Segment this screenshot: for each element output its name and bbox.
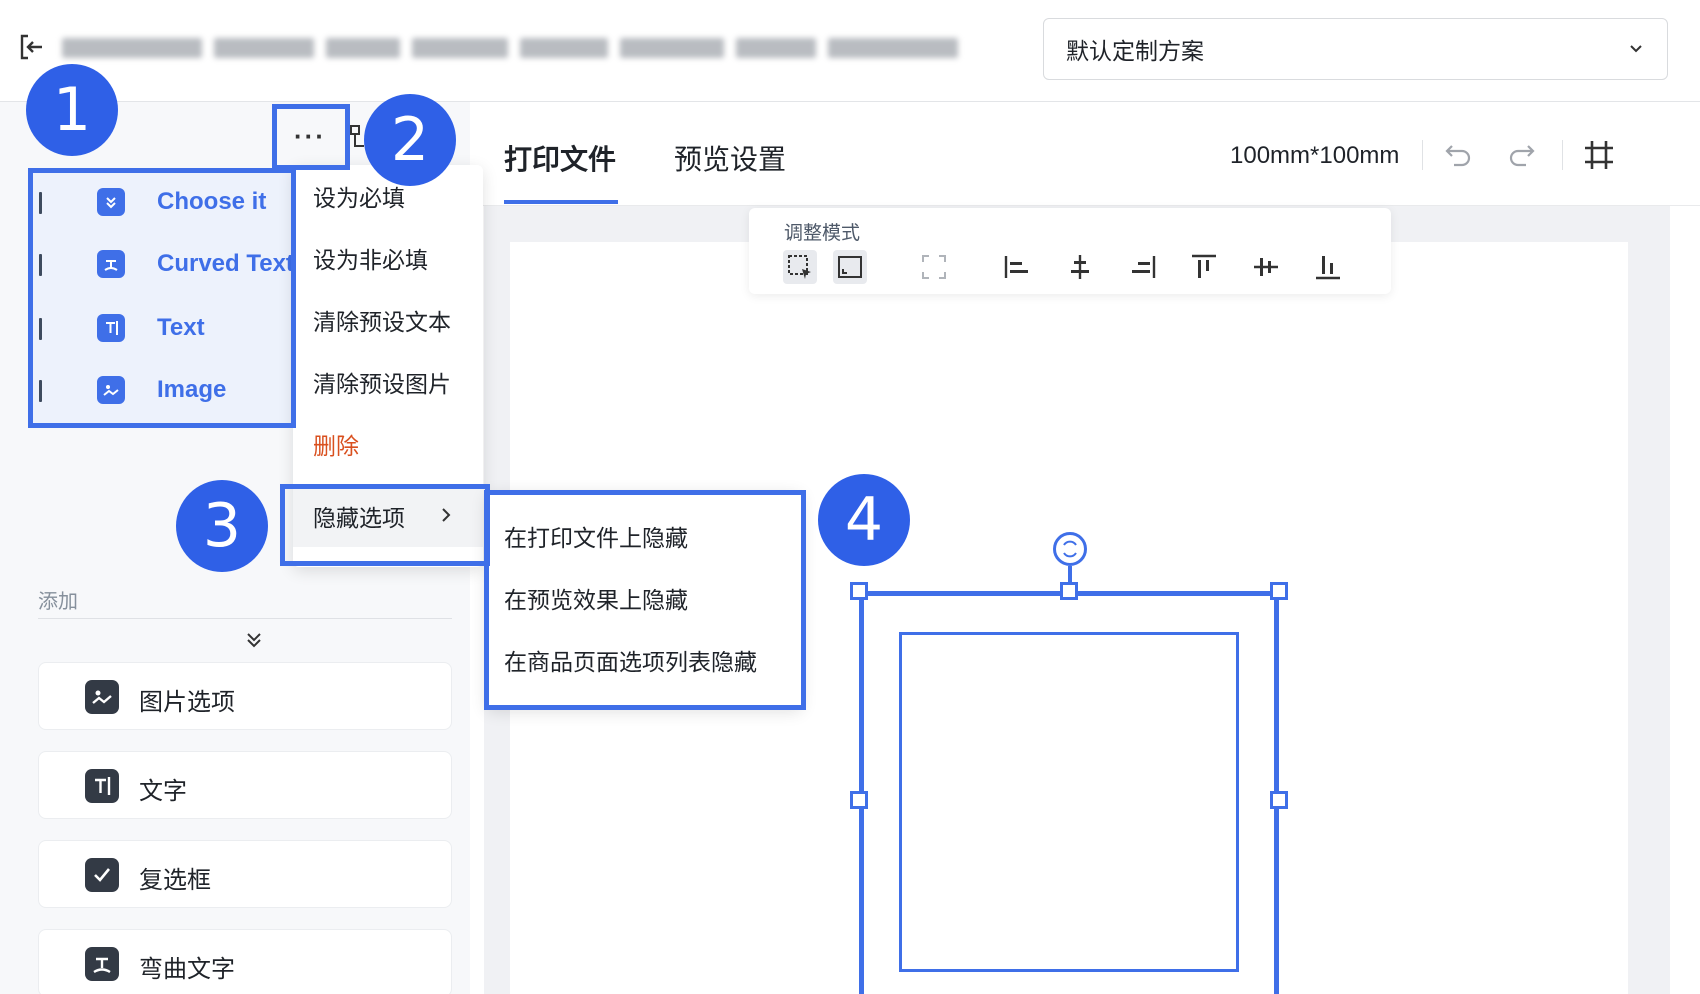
tab-preview-settings[interactable]: 预览设置 <box>674 138 786 178</box>
layer-label: Text <box>157 314 205 341</box>
align-center-horizontal-icon[interactable] <box>1063 250 1097 284</box>
drag-handle[interactable] <box>39 192 42 214</box>
menu-item-hide-on-preview[interactable]: 在预览效果上隐藏 <box>486 568 802 628</box>
align-left-icon[interactable] <box>1001 250 1035 284</box>
expand-icon[interactable] <box>917 250 951 284</box>
text-icon <box>85 769 119 803</box>
divider <box>1422 140 1423 170</box>
more-options-button[interactable]: ··· <box>272 104 348 168</box>
blurred-product-title <box>62 38 958 60</box>
layer-item-text[interactable]: Text <box>33 298 291 358</box>
layer-label: Choose it <box>157 188 267 215</box>
menu-item-clear-preset-text[interactable]: 清除预设文本 <box>293 289 483 351</box>
exit-icon[interactable] <box>16 32 46 62</box>
annotation-badge-2: 2 <box>364 94 456 186</box>
drag-handle[interactable] <box>39 318 42 340</box>
scheme-select-value: 默认定制方案 <box>1066 39 1204 65</box>
image-placeholder[interactable] <box>899 632 1239 972</box>
image-icon <box>97 376 125 404</box>
layer-list: Choose it Curved Text Text Image <box>33 172 291 424</box>
curved-text-icon <box>97 250 125 278</box>
add-text-button[interactable]: 文字 <box>38 751 452 819</box>
context-menu: 设为必填 设为非必填 清除预设文本 清除预设图片 删除 隐藏选项 <box>293 165 483 567</box>
menu-item-hide-on-product-options[interactable]: 在商品页面选项列表隐藏 <box>486 630 802 690</box>
scheme-select[interactable]: 默认定制方案 <box>1043 18 1668 80</box>
align-middle-vertical-icon[interactable] <box>1249 250 1283 284</box>
text-icon <box>97 314 125 342</box>
undo-icon[interactable] <box>1442 138 1476 172</box>
menu-item-clear-preset-image[interactable]: 清除预设图片 <box>293 351 483 413</box>
resize-handle-top-right[interactable] <box>1270 582 1288 600</box>
resize-handle-right[interactable] <box>1270 791 1288 809</box>
layer-label: Curved Text <box>157 250 291 277</box>
add-image-option-button[interactable]: 图片选项 <box>38 662 452 730</box>
menu-item-hide-on-print-file[interactable]: 在打印文件上隐藏 <box>486 506 802 566</box>
checkbox-icon <box>85 858 119 892</box>
add-button-label: 文字 <box>139 777 187 805</box>
align-right-icon[interactable] <box>1125 250 1159 284</box>
menu-item-delete[interactable]: 删除 <box>293 413 483 475</box>
drag-handle[interactable] <box>39 380 42 402</box>
divider <box>1562 140 1563 170</box>
layer-item-image[interactable]: Image <box>33 360 291 420</box>
adjust-mode-title: 调整模式 <box>784 222 861 244</box>
rotate-icon[interactable] <box>1053 532 1087 566</box>
tab-bar: 打印文件 预览设置 100mm*100mm <box>470 102 1700 206</box>
annotation-badge-4: 4 <box>818 474 910 566</box>
chevron-down-icon <box>1630 45 1642 53</box>
layer-label: Image <box>157 376 227 403</box>
crop-icon[interactable] <box>1582 138 1616 172</box>
drag-handle[interactable] <box>39 254 42 276</box>
curved-text-icon <box>85 947 119 981</box>
add-button-label: 弯曲文字 <box>139 955 235 983</box>
top-bar: 默认定制方案 <box>0 0 1700 102</box>
menu-item-hide-options[interactable]: 隐藏选项 <box>293 485 483 547</box>
hide-options-submenu: 在打印文件上隐藏 在预览效果上隐藏 在商品页面选项列表隐藏 <box>486 490 802 708</box>
chevron-double-icon <box>97 188 125 216</box>
add-button-label: 复选框 <box>139 866 211 894</box>
align-top-icon[interactable] <box>1187 250 1221 284</box>
divider <box>38 618 452 619</box>
align-bottom-icon[interactable] <box>1311 250 1345 284</box>
active-tab-indicator <box>504 200 618 204</box>
add-section-title: 添加 <box>38 589 78 613</box>
add-checkbox-button[interactable]: 复选框 <box>38 840 452 908</box>
annotation-badge-1: 1 <box>26 64 118 156</box>
double-chevron-down-icon[interactable] <box>242 628 266 652</box>
resize-handle-top-left[interactable] <box>850 582 868 600</box>
layer-item-curved-text[interactable]: Curved Text <box>33 234 291 294</box>
adjust-mode-toolbar: 调整模式 <box>749 208 1391 294</box>
image-option-icon <box>85 680 119 714</box>
resize-handle-top[interactable] <box>1060 582 1078 600</box>
menu-item-set-optional[interactable]: 设为非必填 <box>293 227 483 289</box>
canvas-size-label: 100mm*100mm <box>1230 142 1400 169</box>
resize-handle-left[interactable] <box>850 791 868 809</box>
redo-icon[interactable] <box>1504 138 1538 172</box>
fit-frame-icon[interactable] <box>833 250 867 284</box>
chevron-right-icon <box>442 508 451 522</box>
menu-item-label: 隐藏选项 <box>313 506 405 532</box>
marquee-select-icon[interactable] <box>783 250 817 284</box>
layer-item-choose-it[interactable]: Choose it <box>33 172 291 232</box>
annotation-badge-3: 3 <box>176 480 268 572</box>
add-button-label: 图片选项 <box>139 688 235 716</box>
tab-print-file[interactable]: 打印文件 <box>504 138 616 178</box>
add-curved-text-button[interactable]: 弯曲文字 <box>38 929 452 994</box>
